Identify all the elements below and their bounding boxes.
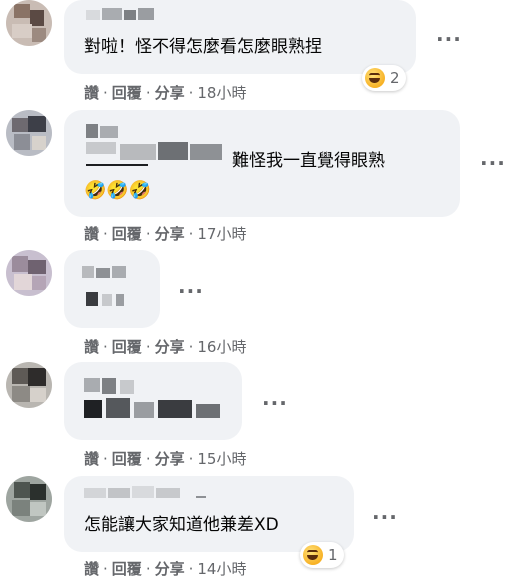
comment-actions: 讚 · 回覆 · 分享 · 14小時: [84, 560, 247, 578]
comment-bubble: 難怪我一直覺得眼熟 🤣🤣🤣: [64, 110, 460, 217]
share-button[interactable]: 分享: [155, 560, 185, 578]
like-button[interactable]: 讚: [84, 84, 99, 102]
comment-actions: 讚 · 回覆 · 分享 · 16小時: [84, 338, 247, 356]
comment-actions: 讚 · 回覆 · 分享 · 18小時: [84, 84, 247, 102]
comment-bubble: 怎能讓大家知道他兼差XD: [64, 476, 354, 552]
blurred-author-name[interactable]: [84, 486, 214, 500]
blurred-author-name[interactable]: [82, 266, 138, 310]
more-options-icon[interactable]: ···: [480, 153, 506, 173]
reply-button[interactable]: 回覆: [112, 560, 142, 578]
share-button[interactable]: 分享: [155, 84, 185, 102]
more-options-icon[interactable]: ···: [372, 507, 398, 527]
blurred-author-name[interactable]: [86, 124, 232, 168]
like-button[interactable]: 讚: [84, 560, 99, 578]
reaction-summary[interactable]: 1: [300, 542, 344, 568]
comment-actions: 讚 · 回覆 · 分享 · 17小時: [84, 225, 247, 243]
reaction-count: 2: [390, 69, 400, 87]
timestamp[interactable]: 18小時: [197, 84, 246, 102]
comment-bubble: [64, 362, 242, 440]
more-options-icon[interactable]: ···: [178, 281, 204, 301]
share-button[interactable]: 分享: [155, 338, 185, 356]
avatar[interactable]: [6, 0, 52, 46]
reply-button[interactable]: 回覆: [112, 225, 142, 243]
like-button[interactable]: 讚: [84, 225, 99, 243]
avatar[interactable]: [6, 110, 52, 156]
avatar[interactable]: [6, 250, 52, 296]
reply-button[interactable]: 回覆: [112, 84, 142, 102]
share-button[interactable]: 分享: [155, 225, 185, 243]
reaction-summary[interactable]: 2: [362, 65, 406, 91]
emoji-row: 🤣🤣🤣: [84, 180, 152, 201]
more-options-icon[interactable]: ···: [436, 29, 462, 49]
blurred-author-name[interactable]: [84, 378, 224, 422]
comment-text: 怎能讓大家知道他兼差XD: [84, 515, 279, 535]
reaction-count: 1: [328, 546, 338, 564]
blurred-author-name[interactable]: [86, 8, 156, 22]
like-button[interactable]: 讚: [84, 338, 99, 356]
comment-actions: 讚 · 回覆 · 分享 · 15小時: [84, 450, 247, 468]
like-button[interactable]: 讚: [84, 450, 99, 468]
reply-button[interactable]: 回覆: [112, 338, 142, 356]
timestamp[interactable]: 16小時: [197, 338, 246, 356]
reply-button[interactable]: 回覆: [112, 450, 142, 468]
laughing-emoji-icon: [303, 545, 323, 565]
timestamp[interactable]: 15小時: [197, 450, 246, 468]
comment-text: 難怪我一直覺得眼熟: [232, 151, 385, 171]
more-options-icon[interactable]: ···: [262, 393, 288, 413]
timestamp[interactable]: 14小時: [197, 560, 246, 578]
laughing-emoji-icon: [365, 68, 385, 88]
timestamp[interactable]: 17小時: [197, 225, 246, 243]
comment-bubble: 對啦！怪不得怎麼看怎麼眼熟捏: [64, 0, 416, 74]
share-button[interactable]: 分享: [155, 450, 185, 468]
comment-bubble: [64, 250, 160, 328]
avatar[interactable]: [6, 476, 52, 522]
comment-text: 對啦！怪不得怎麼看怎麼眼熟捏: [84, 37, 322, 57]
avatar[interactable]: [6, 362, 52, 408]
